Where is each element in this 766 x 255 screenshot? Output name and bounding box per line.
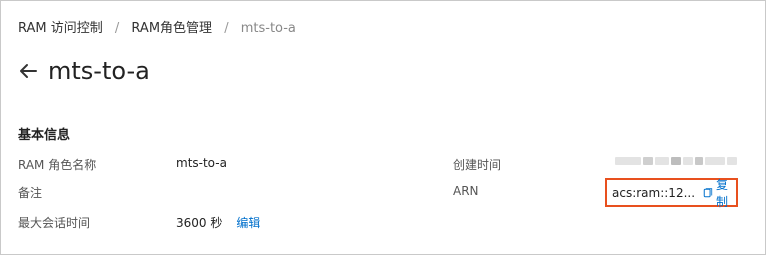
note-label: 备注 — [18, 186, 43, 200]
copy-icon — [703, 187, 713, 197]
breadcrumb-separator: / — [114, 21, 120, 36]
page-title: mts-to-a — [48, 57, 150, 85]
max-session-value: 3600 秒 — [176, 216, 223, 230]
copy-arn-button[interactable]: 复制 — [703, 176, 736, 210]
arn-highlight-box: acs:ram::12... 复制 — [605, 176, 738, 210]
copy-label: 复制 — [716, 177, 729, 209]
breadcrumb-separator: / — [224, 21, 229, 36]
breadcrumb-ram-access-control[interactable]: RAM 访问控制 — [18, 21, 103, 36]
arn-value: acs:ram::12... — [612, 185, 696, 200]
title-row: mts-to-a — [16, 57, 150, 85]
breadcrumb-ram-role-management[interactable]: RAM角色管理 — [131, 21, 212, 36]
breadcrumb-current: mts-to-a — [240, 21, 296, 36]
arrow-left-icon[interactable] — [16, 59, 40, 83]
breadcrumb: RAM 访问控制 / RAM角色管理 / mts-to-a — [18, 17, 296, 36]
role-name-value: mts-to-a — [176, 156, 227, 170]
max-session-value-group: 3600 秒编辑 — [176, 214, 260, 231]
created-time-value-masked — [615, 155, 741, 167]
role-detail-panel: RAM 访问控制 / RAM角色管理 / mts-to-a mts-to-a 基… — [0, 0, 766, 255]
role-name-label: RAM 角色名称 — [18, 158, 97, 172]
arn-label: ARN — [453, 184, 479, 198]
edit-session-link[interactable]: 编辑 — [236, 216, 260, 230]
max-session-label: 最大会话时间 — [18, 216, 91, 230]
created-time-label: 创建时间 — [453, 158, 502, 172]
section-title: 基本信息 — [18, 128, 71, 143]
